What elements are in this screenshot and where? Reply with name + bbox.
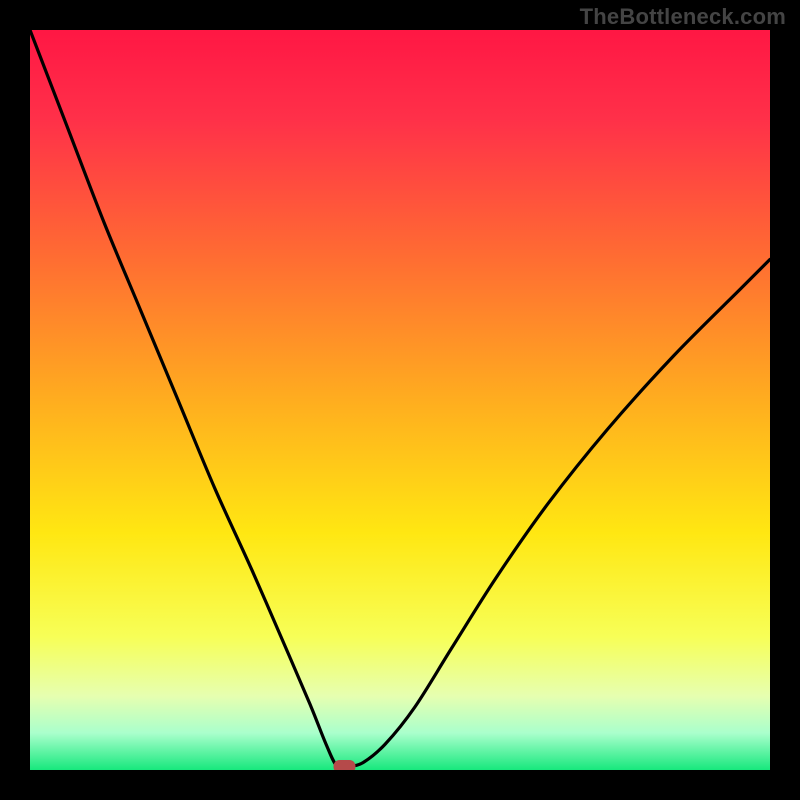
chart-stage: TheBottleneck.com [0, 0, 800, 800]
minimum-marker [334, 760, 356, 770]
gradient-background [30, 30, 770, 770]
plot-area [30, 30, 770, 770]
watermark-text: TheBottleneck.com [580, 4, 786, 30]
chart-svg [30, 30, 770, 770]
